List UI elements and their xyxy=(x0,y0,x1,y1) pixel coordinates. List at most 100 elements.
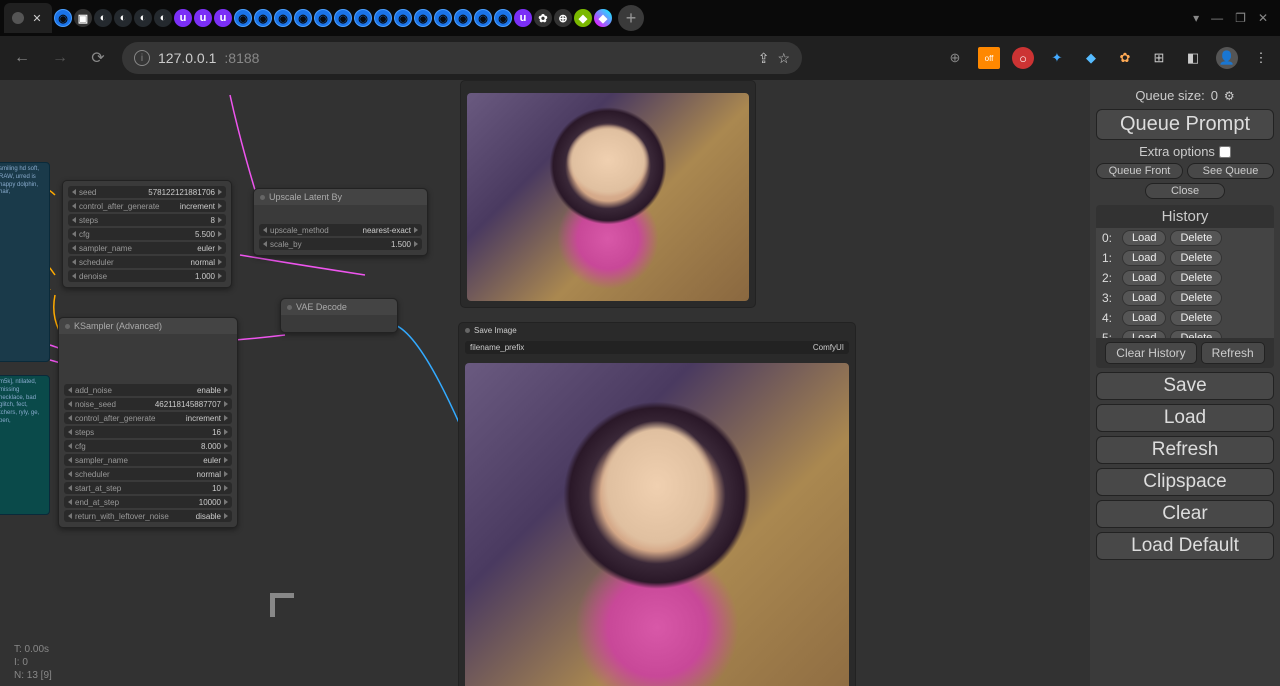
load-button[interactable]: Load xyxy=(1096,404,1274,432)
tab-favicon[interactable]: ◐ xyxy=(114,9,132,27)
param-row[interactable]: cfg8.000 xyxy=(64,440,232,452)
param-row[interactable]: denoise1.000 xyxy=(68,270,226,282)
tab-favicon[interactable]: u xyxy=(194,9,212,27)
load-default-button[interactable]: Load Default xyxy=(1096,532,1274,560)
ksampler-advanced-node[interactable]: KSampler (Advanced) add_noiseenablenoise… xyxy=(58,317,238,528)
prompt-node-positive[interactable]: smiling hd soft, RAW, urred is happy dol… xyxy=(0,162,50,362)
param-row[interactable]: end_at_step10000 xyxy=(64,496,232,508)
history-load-button[interactable]: Load xyxy=(1122,310,1166,326)
site-info-icon[interactable]: i xyxy=(134,50,150,66)
tab-favicon[interactable]: ◆ xyxy=(574,9,592,27)
history-list[interactable]: 0:LoadDelete1:LoadDelete2:LoadDelete3:Lo… xyxy=(1096,228,1274,338)
tab-favicon[interactable]: ◉ xyxy=(494,9,512,27)
clear-history-button[interactable]: Clear History xyxy=(1105,342,1196,364)
tab-favicon[interactable]: u xyxy=(214,9,232,27)
tab-favicon[interactable]: ◉ xyxy=(374,9,392,27)
param-row[interactable]: start_at_step10 xyxy=(64,482,232,494)
ext-icon[interactable]: ✦ xyxy=(1046,47,1068,69)
history-load-button[interactable]: Load xyxy=(1122,330,1166,338)
tab-favicon[interactable]: ◐ xyxy=(154,9,172,27)
param-row[interactable]: add_noiseenable xyxy=(64,384,232,396)
ksampler-node[interactable]: seed578122121881706 control_after_generat… xyxy=(62,180,232,288)
preview-image-node[interactable] xyxy=(460,80,756,308)
refresh-history-button[interactable]: Refresh xyxy=(1201,342,1265,364)
tab-favicon[interactable]: u xyxy=(514,9,532,27)
param-row[interactable]: schedulernormal xyxy=(68,256,226,268)
tab-favicon[interactable]: ◉ xyxy=(354,9,372,27)
save-image-node[interactable]: Save Image filename_prefix ComfyUI xyxy=(458,322,856,686)
tab-favicon[interactable]: ◉ xyxy=(254,9,272,27)
history-delete-button[interactable]: Delete xyxy=(1170,310,1222,326)
history-delete-button[interactable]: Delete xyxy=(1170,270,1222,286)
tab-favicon[interactable]: ◉ xyxy=(314,9,332,27)
param-row[interactable]: sampler_nameeuler xyxy=(64,454,232,466)
close-button[interactable]: Close xyxy=(1145,183,1225,199)
tab-favicon[interactable]: ◉ xyxy=(434,9,452,27)
window-close-icon[interactable]: ✕ xyxy=(1258,11,1268,25)
extra-options-input[interactable] xyxy=(1219,146,1231,158)
extra-options-checkbox[interactable]: Extra options xyxy=(1096,144,1274,159)
param-row[interactable]: steps16 xyxy=(64,426,232,438)
menu-icon[interactable]: ⋮ xyxy=(1250,47,1272,69)
vae-decode-node[interactable]: VAE Decode xyxy=(280,298,398,333)
url-input[interactable]: i 127.0.0.1:8188 ⇪ ☆ xyxy=(122,42,802,74)
canvas-corner-widget[interactable] xyxy=(270,593,294,617)
ext-icon[interactable]: off xyxy=(978,47,1000,69)
param-row[interactable]: schedulernormal xyxy=(64,468,232,480)
minimize-icon[interactable]: — xyxy=(1211,11,1223,25)
maximize-icon[interactable]: ❐ xyxy=(1235,11,1246,25)
save-button[interactable]: Save xyxy=(1096,372,1274,400)
back-button[interactable]: ← xyxy=(8,44,36,72)
node-canvas[interactable]: smiling hd soft, RAW, urred is happy dol… xyxy=(0,80,1090,686)
share-icon[interactable]: ⇪ xyxy=(758,50,770,67)
filename-prefix-field[interactable]: filename_prefix ComfyUI xyxy=(465,341,849,354)
tab-favicon[interactable]: ◐ xyxy=(134,9,152,27)
clear-button[interactable]: Clear xyxy=(1096,500,1274,528)
sidepanel-icon[interactable]: ◧ xyxy=(1182,47,1204,69)
param-row[interactable]: seed578122121881706 xyxy=(68,186,226,198)
param-row[interactable]: steps8 xyxy=(68,214,226,226)
profile-icon[interactable]: 👤 xyxy=(1216,47,1238,69)
settings-gear-icon[interactable]: ⚙ xyxy=(1224,89,1235,103)
refresh-button[interactable]: Refresh xyxy=(1096,436,1274,464)
tab-favicon[interactable]: ✿ xyxy=(534,9,552,27)
param-row[interactable]: noise_seed462118145887707 xyxy=(64,398,232,410)
ext-icon[interactable]: ○ xyxy=(1012,47,1034,69)
tab-favicon[interactable]: u xyxy=(174,9,192,27)
param-row[interactable]: return_with_leftover_noisedisable xyxy=(64,510,232,522)
tab-favicon[interactable]: ◉ xyxy=(294,9,312,27)
param-row[interactable]: upscale_methodnearest-exact xyxy=(259,224,422,236)
tab-favicon[interactable]: ◉ xyxy=(274,9,292,27)
param-row[interactable]: scale_by1.500 xyxy=(259,238,422,250)
tab-favicon[interactable]: ◉ xyxy=(234,9,252,27)
param-row[interactable]: sampler_nameeuler xyxy=(68,242,226,254)
tab-favicon[interactable]: ◉ xyxy=(454,9,472,27)
tab-favicon[interactable]: ◉ xyxy=(474,9,492,27)
history-delete-button[interactable]: Delete xyxy=(1170,230,1222,246)
close-icon[interactable]: ✕ xyxy=(30,11,44,25)
dropdown-icon[interactable]: ▾ xyxy=(1193,11,1199,25)
bookmark-icon[interactable]: ☆ xyxy=(777,50,790,67)
param-row[interactable]: control_after_generateincrement xyxy=(64,412,232,424)
param-row[interactable]: cfg5.500 xyxy=(68,228,226,240)
queue-front-button[interactable]: Queue Front xyxy=(1096,163,1183,179)
tab-favicon[interactable]: ◉ xyxy=(334,9,352,27)
ext-icon[interactable]: ✿ xyxy=(1114,47,1136,69)
tab-favicon[interactable]: ◐ xyxy=(94,9,112,27)
tab-favicon[interactable]: ▣ xyxy=(74,9,92,27)
queue-prompt-button[interactable]: Queue Prompt xyxy=(1096,109,1274,140)
history-load-button[interactable]: Load xyxy=(1122,250,1166,266)
ext-icon[interactable]: ⊕ xyxy=(944,47,966,69)
extensions-icon[interactable]: ⊞ xyxy=(1148,47,1170,69)
history-delete-button[interactable]: Delete xyxy=(1170,290,1222,306)
prompt-node-negative[interactable]: m5k], ntilated, missing necklace, bad gl… xyxy=(0,375,50,515)
tab-favicon[interactable]: ◉ xyxy=(414,9,432,27)
new-tab-button[interactable]: + xyxy=(618,5,644,31)
active-tab[interactable]: ✕ xyxy=(4,3,52,33)
tab-favicon[interactable]: ⊕ xyxy=(554,9,572,27)
see-queue-button[interactable]: See Queue xyxy=(1187,163,1274,179)
history-load-button[interactable]: Load xyxy=(1122,290,1166,306)
param-row[interactable]: control_after_generateincrement xyxy=(68,200,226,212)
history-load-button[interactable]: Load xyxy=(1122,230,1166,246)
reload-button[interactable]: ⟳ xyxy=(84,44,112,72)
